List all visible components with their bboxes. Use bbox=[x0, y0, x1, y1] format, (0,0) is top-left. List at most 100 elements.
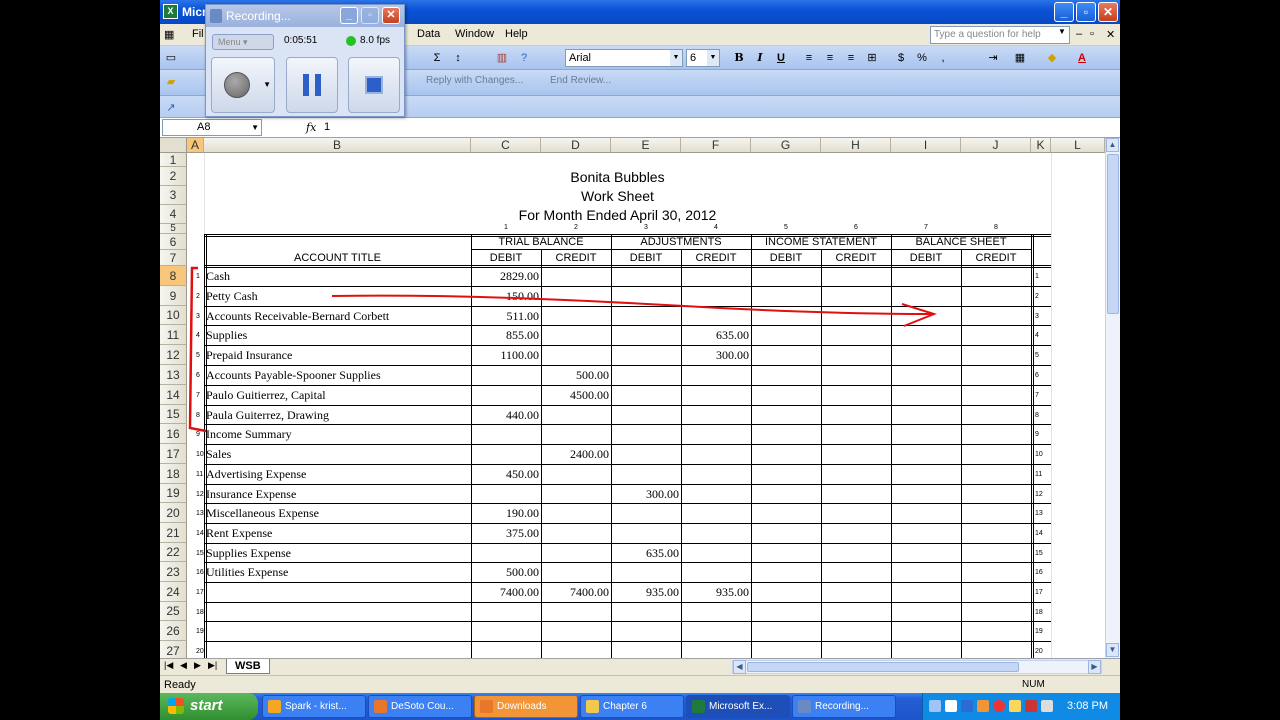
menu-window[interactable]: Window bbox=[455, 28, 494, 40]
row-header[interactable]: 7 bbox=[160, 250, 187, 266]
indent-icon[interactable]: ⇥ bbox=[986, 49, 1000, 67]
row-header[interactable]: 11 bbox=[160, 325, 187, 345]
amount-cell[interactable]: 300.00 bbox=[611, 487, 679, 502]
account-title-cell[interactable]: Rent Expense bbox=[206, 526, 272, 541]
amount-cell[interactable]: 4500.00 bbox=[541, 388, 609, 403]
account-title-cell[interactable]: Paulo Guitierrez, Capital bbox=[206, 388, 326, 403]
currency-button[interactable]: $ bbox=[894, 49, 908, 67]
account-title-cell[interactable]: Insurance Expense bbox=[206, 487, 296, 502]
row-header[interactable]: 10 bbox=[160, 306, 187, 325]
horizontal-scroll-thumb[interactable] bbox=[747, 662, 1019, 672]
row-header[interactable]: 13 bbox=[160, 365, 187, 385]
help-search-input[interactable]: Type a question for help bbox=[930, 26, 1070, 44]
record-button[interactable]: ▼ bbox=[211, 57, 275, 113]
recording-menu-button[interactable]: Menu ▾ bbox=[212, 34, 274, 50]
account-title-cell[interactable]: Supplies bbox=[206, 328, 247, 343]
account-title-cell[interactable]: Prepaid Insurance bbox=[206, 348, 292, 363]
font-size-select[interactable]: 6 ▼ bbox=[686, 49, 720, 67]
row-header[interactable]: 18 bbox=[160, 464, 187, 484]
row-header[interactable]: 19 bbox=[160, 484, 187, 503]
account-title-cell[interactable]: Income Summary bbox=[206, 427, 292, 442]
account-title-cell[interactable]: Advertising Expense bbox=[206, 467, 306, 482]
amount-cell[interactable]: 150.00 bbox=[471, 289, 539, 304]
function-icon[interactable]: fx bbox=[306, 121, 316, 134]
column-header-k[interactable]: K bbox=[1031, 138, 1051, 153]
amount-cell[interactable]: 2400.00 bbox=[541, 447, 609, 462]
chevron-down-icon[interactable]: ▼ bbox=[263, 80, 271, 89]
column-header-l[interactable]: L bbox=[1051, 138, 1105, 153]
align-center-icon[interactable]: ≡ bbox=[823, 49, 837, 67]
align-right-icon[interactable]: ≡ bbox=[844, 49, 858, 67]
chevron-down-icon[interactable]: ▼ bbox=[1058, 27, 1066, 36]
amount-cell[interactable]: 500.00 bbox=[471, 565, 539, 580]
vertical-scrollbar[interactable]: ▲ ▼ bbox=[1105, 138, 1120, 658]
recording-maximize-button[interactable]: ▫ bbox=[361, 7, 379, 24]
amount-cell[interactable]: 935.00 bbox=[681, 585, 749, 600]
row-header[interactable]: 15 bbox=[160, 405, 187, 424]
column-header-j[interactable]: J bbox=[961, 138, 1031, 153]
amount-cell[interactable]: 2829.00 bbox=[471, 269, 539, 284]
menu-data[interactable]: Data bbox=[417, 28, 440, 40]
column-header-c[interactable]: C bbox=[471, 138, 541, 153]
amount-cell[interactable]: 511.00 bbox=[471, 309, 539, 324]
tray-app-icon[interactable] bbox=[1025, 700, 1037, 712]
amount-cell[interactable]: 7400.00 bbox=[471, 585, 539, 600]
align-left-icon[interactable]: ≡ bbox=[802, 49, 816, 67]
account-title-cell[interactable]: Miscellaneous Expense bbox=[206, 506, 319, 521]
sum-button[interactable]: Σ bbox=[430, 49, 444, 67]
underline-button[interactable]: U bbox=[774, 49, 788, 67]
column-header-f[interactable]: F bbox=[681, 138, 751, 153]
row-header[interactable]: 22 bbox=[160, 543, 187, 562]
amount-cell[interactable]: 450.00 bbox=[471, 467, 539, 482]
restore-button[interactable]: ▫ bbox=[1076, 2, 1096, 22]
column-header-a[interactable]: A bbox=[187, 138, 204, 153]
doc-restore-button[interactable]: ▫ bbox=[1090, 28, 1094, 40]
doc-close-button[interactable]: ✕ bbox=[1106, 28, 1115, 41]
reply-with-changes-button[interactable]: Reply with Changes... bbox=[426, 75, 523, 86]
account-title-cell[interactable]: Supplies Expense bbox=[206, 546, 291, 561]
amount-cell[interactable]: 855.00 bbox=[471, 328, 539, 343]
amount-cell[interactable]: 440.00 bbox=[471, 408, 539, 423]
row-header[interactable]: 5 bbox=[160, 224, 187, 234]
taskbar-button[interactable]: Spark - krist... bbox=[262, 695, 366, 718]
recording-close-button[interactable]: ✕ bbox=[382, 7, 400, 24]
amount-cell[interactable]: 375.00 bbox=[471, 526, 539, 541]
row-header[interactable]: 17 bbox=[160, 444, 187, 464]
hyperlink-icon[interactable]: ↗ bbox=[164, 99, 178, 117]
row-header[interactable]: 27 bbox=[160, 641, 187, 658]
account-title-cell[interactable]: Accounts Payable-Spooner Supplies bbox=[206, 368, 381, 383]
amount-cell[interactable]: 190.00 bbox=[471, 506, 539, 521]
taskbar-button[interactable]: Microsoft Ex... bbox=[686, 695, 790, 718]
menu-file[interactable]: Fil bbox=[192, 28, 204, 40]
row-header[interactable]: 2 bbox=[160, 167, 187, 186]
taskbar-button[interactable]: Recording... bbox=[792, 695, 896, 718]
taskbar-button[interactable]: Downloads bbox=[474, 695, 578, 718]
scroll-up-icon[interactable]: ▲ bbox=[1106, 138, 1119, 152]
row-header[interactable]: 14 bbox=[160, 385, 187, 405]
tray-app-icon[interactable] bbox=[993, 700, 1005, 712]
pause-button[interactable] bbox=[286, 57, 338, 113]
account-title-cell[interactable]: Paula Guiterrez, Drawing bbox=[206, 408, 329, 423]
taskbar-button[interactable]: Chapter 6 bbox=[580, 695, 684, 718]
column-header-g[interactable]: G bbox=[751, 138, 821, 153]
next-sheet-icon[interactable]: ▶ bbox=[194, 660, 201, 671]
row-header[interactable]: 24 bbox=[160, 582, 187, 602]
column-header-e[interactable]: E bbox=[611, 138, 681, 153]
row-header[interactable]: 8 bbox=[160, 266, 187, 286]
account-title-cell[interactable]: Utilities Expense bbox=[206, 565, 288, 580]
amount-cell[interactable]: 635.00 bbox=[681, 328, 749, 343]
column-header-d[interactable]: D bbox=[541, 138, 611, 153]
end-review-button[interactable]: End Review... bbox=[550, 75, 611, 86]
select-all-corner[interactable] bbox=[160, 138, 187, 153]
help-icon[interactable]: ? bbox=[516, 49, 532, 67]
last-sheet-icon[interactable]: ▶| bbox=[208, 660, 217, 671]
menu-help[interactable]: Help bbox=[505, 28, 528, 40]
name-box[interactable]: A8 ▼ bbox=[162, 119, 262, 136]
row-header[interactable]: 23 bbox=[160, 562, 187, 582]
chart-wizard-icon[interactable]: ▥ bbox=[494, 49, 510, 67]
row-header[interactable]: 1 bbox=[160, 153, 187, 167]
row-header[interactable]: 6 bbox=[160, 234, 187, 250]
sheet-tab-wsb[interactable]: WSB bbox=[226, 659, 270, 674]
worksheet-grid[interactable]: A B C D E F G H I J K L 1 2 3 4 5 6 7 8 … bbox=[160, 138, 1105, 658]
scroll-left-icon[interactable]: ◀ bbox=[733, 660, 746, 674]
